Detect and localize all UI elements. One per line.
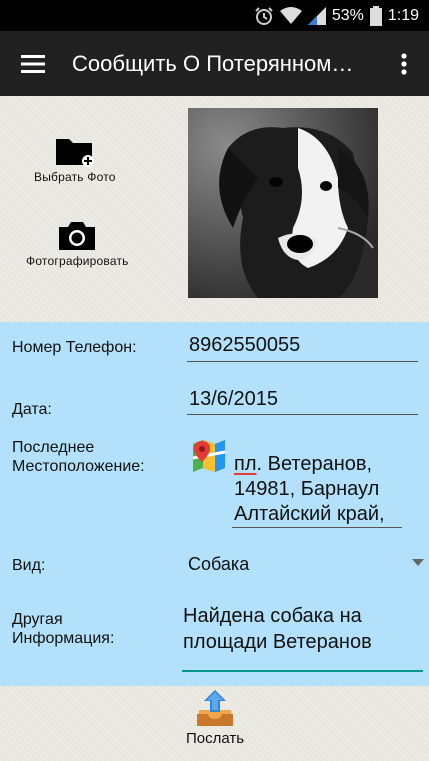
info-textarea[interactable]: Найдена собака на площади Ветеранов: [183, 603, 372, 655]
page-title: Сообщить О Потерянном…: [72, 50, 354, 76]
more-vert-icon: [401, 52, 407, 75]
choose-photo-button[interactable]: Выбрать Фото: [34, 136, 116, 184]
hamburger-icon: [21, 54, 45, 73]
dropdown-arrow-icon[interactable]: [412, 559, 424, 566]
pet-photo: [188, 108, 378, 298]
location-line1-rest: . Ветеранов,: [256, 453, 373, 475]
menu-button[interactable]: [0, 31, 66, 96]
status-time: 1:19: [387, 6, 419, 24]
type-select[interactable]: Собака: [188, 554, 249, 575]
send-button[interactable]: Послать: [170, 690, 260, 758]
date-label: Дата:: [12, 401, 52, 418]
phone-input[interactable]: 8962550055: [189, 334, 300, 357]
overflow-menu-button[interactable]: [379, 31, 429, 96]
info-underline: [182, 670, 423, 672]
photo-section: Выбрать Фото Фотографировать: [0, 96, 429, 322]
location-line2: 14981, Барнаул: [234, 478, 380, 500]
wifi-icon: [279, 6, 302, 24]
location-underline: [232, 527, 402, 528]
location-label-line1: Последнее: [12, 439, 95, 456]
location-line1-prefix: пл: [234, 453, 257, 475]
date-input[interactable]: 13/6/2015: [189, 388, 278, 411]
info-label-line2: Информация:: [12, 630, 115, 647]
folder-add-icon: [55, 139, 94, 167]
take-photo-button[interactable]: Фотографировать: [26, 220, 129, 268]
location-input[interactable]: пл. Ветеранов, 14981, Барнаул Алтайский …: [234, 452, 385, 527]
info-line1: Найдена собака на: [183, 605, 362, 627]
date-underline: [187, 414, 418, 415]
status-bar: 53% 1:19: [0, 0, 429, 31]
phone-underline: [187, 361, 418, 362]
location-line3: Алтайский край,: [234, 503, 385, 525]
camera-icon: [59, 222, 96, 250]
dog-photo-image: [188, 108, 378, 298]
type-label: Вид:: [12, 557, 46, 574]
app-bar: Сообщить О Потерянном…: [0, 31, 429, 96]
signal-icon: [307, 6, 326, 25]
upload-tray-icon: [197, 690, 233, 726]
battery-percent: 53%: [331, 6, 364, 24]
location-label-line2: Местоположение:: [12, 458, 145, 475]
info-label-line1: Другая: [12, 611, 63, 628]
take-photo-label: Фотографировать: [26, 254, 129, 268]
send-label: Послать: [185, 730, 245, 747]
alarm-icon: [255, 6, 273, 25]
location-line1: пл. Ветеранов,: [234, 452, 385, 477]
phone-label: Номер Телефон:: [12, 339, 137, 356]
battery-icon: [369, 5, 382, 26]
info-line2: площади Ветеранов: [183, 631, 372, 653]
bottom-bar: Послать: [0, 686, 429, 761]
choose-photo-label: Выбрать Фото: [34, 170, 116, 184]
map-icon[interactable]: [191, 438, 227, 474]
